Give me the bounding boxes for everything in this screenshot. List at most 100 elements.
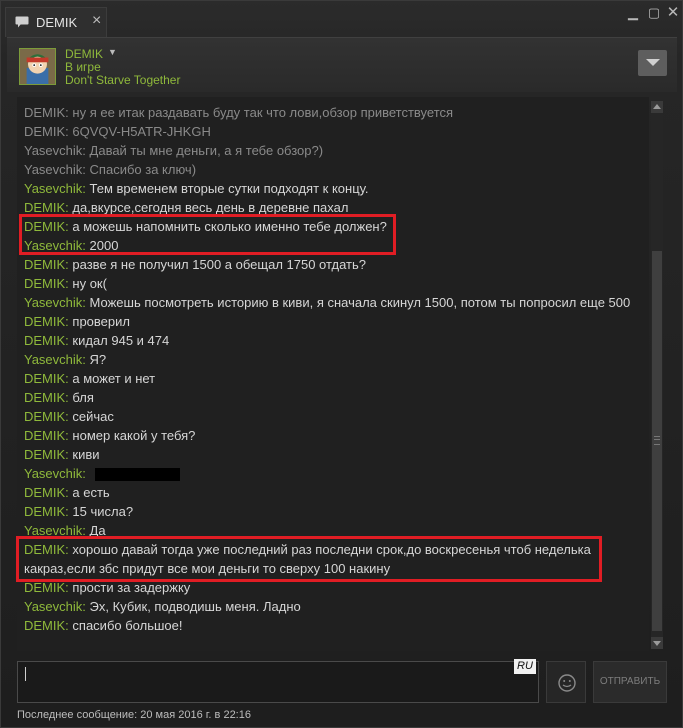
message-sender[interactable]: DEMIK [24, 276, 65, 291]
sender-separator: : [82, 238, 90, 253]
message-text: Давай ты мне деньги, а я тебе обзор?) [89, 143, 324, 158]
chat-message: DEMIK: проверил [24, 312, 130, 331]
chat-message: DEMIK: бля [24, 388, 94, 407]
message-text: номер какой у тебя? [72, 428, 196, 443]
message-sender[interactable]: DEMIK [24, 409, 65, 424]
message-text: Спасибо за ключ) [89, 162, 197, 177]
message-text: кидал 945 и 474 [72, 333, 170, 348]
chevron-down-icon [646, 59, 660, 66]
text-caret [25, 667, 26, 681]
message-sender[interactable]: Yasevchik [24, 162, 82, 177]
message-text: Тем временем вторые сутки подходят к кон… [89, 181, 369, 196]
avatar-image [20, 49, 55, 84]
message-text: ну я ее итак раздавать буду так что лови… [72, 105, 454, 120]
message-sender[interactable]: Yasevchik [24, 143, 82, 158]
chat-log[interactable]: DEMIK: ну я ее итак раздавать буду так ч… [17, 97, 649, 651]
message-sender[interactable]: DEMIK [24, 333, 65, 348]
message-sender[interactable]: DEMIK [24, 542, 65, 557]
sender-separator: : [82, 143, 90, 158]
chat-message: DEMIK: 15 числа? [24, 502, 133, 521]
chat-window: DEMIK × ▁ ▢ ✕ DEMIK ▼ В игре Don't Starv… [0, 0, 683, 728]
message-text: Я? [89, 352, 107, 367]
chat-message: Yasevchik: Тем временем вторые сутки под… [24, 179, 368, 198]
sender-separator: : [82, 352, 90, 367]
message-sender[interactable]: DEMIK [24, 485, 65, 500]
chat-message: DEMIK: спасибо большое! [24, 616, 182, 635]
message-text: киви [72, 447, 100, 462]
message-sender[interactable]: DEMIK [24, 447, 65, 462]
friend-status: В игре [65, 60, 101, 74]
chat-message: Yasevchik: Можешь посмотреть историю в к… [24, 293, 630, 312]
message-text: Можешь посмотреть историю в киви, я снач… [89, 295, 631, 310]
message-sender[interactable]: Yasevchik [24, 295, 82, 310]
message-text: спасибо большое! [72, 618, 183, 633]
sender-separator: : [82, 295, 90, 310]
sender-separator: : [82, 599, 90, 614]
message-sender[interactable]: DEMIK [24, 618, 65, 633]
message-sender[interactable]: Yasevchik [24, 181, 82, 196]
chat-message: DEMIK: а можешь напомнить сколько именно… [24, 217, 387, 236]
message-text: а может и нет [72, 371, 156, 386]
message-sender[interactable]: DEMIK [24, 390, 65, 405]
message-sender[interactable]: DEMIK [24, 504, 65, 519]
scroll-down-icon[interactable] [651, 637, 663, 649]
sender-separator: : [82, 523, 90, 538]
close-icon[interactable]: ✕ [665, 5, 681, 21]
chat-message: DEMIK: разве я не получил 1500 а обещал … [24, 255, 366, 274]
message-sender[interactable]: DEMIK [24, 371, 65, 386]
sender-separator: : [82, 181, 90, 196]
chat-message: DEMIK: хорошо давай тогда уже последний … [24, 540, 624, 578]
message-sender[interactable]: DEMIK [24, 428, 65, 443]
options-dropdown-button[interactable] [638, 50, 667, 76]
message-sender[interactable]: Yasevchik [24, 352, 82, 367]
chat-message: Yasevchik: Я? [24, 350, 106, 369]
chat-message: DEMIK: киви [24, 445, 100, 464]
message-sender[interactable]: Yasevchik [24, 238, 82, 253]
message-text: бля [72, 390, 94, 405]
message-sender[interactable]: DEMIK [24, 219, 65, 234]
chat-tab[interactable]: DEMIK × [5, 7, 107, 37]
message-sender[interactable]: DEMIK [24, 105, 65, 120]
message-input[interactable] [17, 661, 539, 703]
message-text: Эх, Кубик, подводишь меня. Ладно [89, 599, 301, 614]
sender-separator: : [82, 162, 90, 177]
message-sender[interactable]: Yasevchik [24, 523, 82, 538]
chevron-down-icon[interactable]: ▼ [108, 47, 117, 57]
send-button[interactable]: ОТПРАВИТЬ [593, 661, 667, 703]
message-text: 6QVQV-H5ATR-JHKGH [72, 124, 211, 139]
scrollbar-thumb[interactable] [652, 251, 662, 631]
message-text: 2000 [89, 238, 119, 253]
message-sender[interactable]: DEMIK [24, 124, 65, 139]
chat-scrollbar[interactable] [651, 101, 663, 649]
chat-message: DEMIK: 6QVQV-H5ATR-JHKGH [24, 122, 211, 141]
emoticon-button[interactable] [546, 661, 586, 703]
message-sender[interactable]: DEMIK [24, 580, 65, 595]
chat-message: Yasevchik: Эх, Кубик, подводишь меня. Ла… [24, 597, 301, 616]
chat-message: Yasevchik: 2000 [24, 236, 118, 255]
chat-message: DEMIK: ну я ее итак раздавать буду так ч… [24, 103, 453, 122]
message-text: хорошо давай тогда уже последний раз пос… [24, 542, 591, 576]
message-text: ну ок( [72, 276, 107, 291]
message-sender[interactable]: DEMIK [24, 200, 65, 215]
chat-message: DEMIK: а есть [24, 483, 110, 502]
chat-message: Yasevchik: Давай ты мне деньги, а я тебе… [24, 141, 323, 160]
message-sender[interactable]: DEMIK [24, 257, 65, 272]
friend-name[interactable]: DEMIK [65, 47, 103, 61]
scroll-up-icon[interactable] [651, 101, 663, 113]
message-text: а есть [72, 485, 110, 500]
avatar[interactable] [19, 48, 56, 85]
message-text: прости за задержку [72, 580, 191, 595]
minimize-icon[interactable]: ▁ [625, 5, 641, 21]
tab-bar: DEMIK × ▁ ▢ ✕ [1, 1, 682, 37]
chat-message: Yasevchik: [24, 464, 180, 483]
message-text: да,вкурсе,сегодня весь день в деревне па… [72, 200, 349, 215]
message-text: проверил [72, 314, 130, 329]
message-sender[interactable]: DEMIK [24, 314, 65, 329]
message-sender[interactable]: Yasevchik [24, 599, 82, 614]
friend-header: DEMIK ▼ В игре Don't Starve Together [7, 37, 677, 92]
chat-message: Yasevchik: Спасибо за ключ) [24, 160, 196, 179]
maximize-icon[interactable]: ▢ [646, 5, 662, 21]
tab-close-icon[interactable]: × [92, 12, 101, 30]
message-sender[interactable]: Yasevchik [24, 466, 82, 481]
last-message-timestamp: Последнее сообщение: 20 мая 2016 г. в 22… [17, 709, 251, 721]
